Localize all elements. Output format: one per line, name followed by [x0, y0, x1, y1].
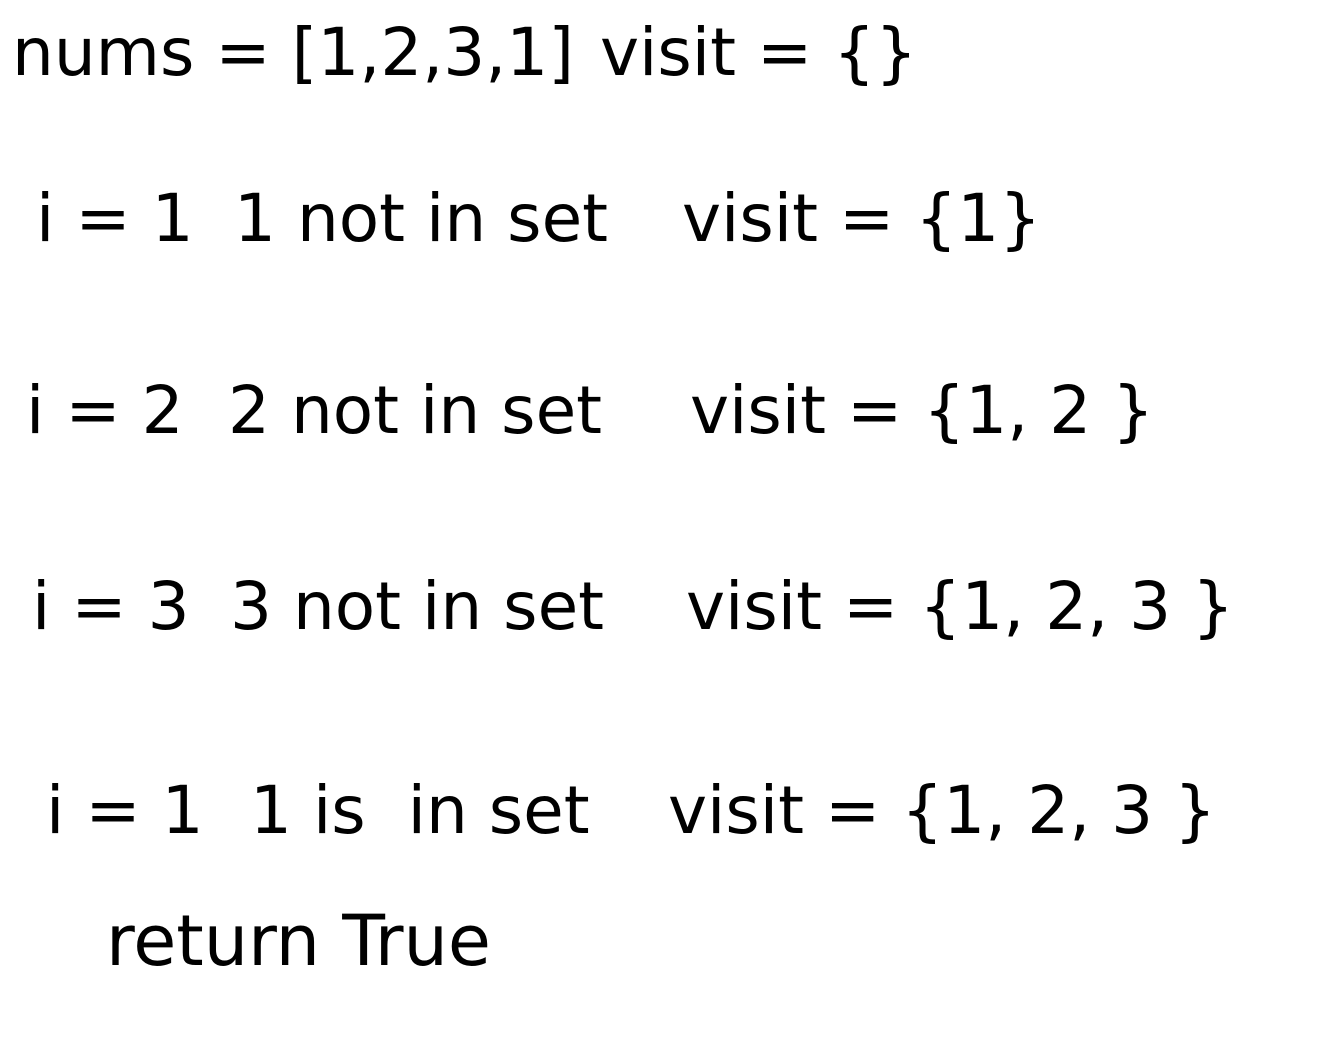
step-line: i = 1 1 is in set visit = {1, 2, 3 } — [46, 778, 1216, 1042]
step-visit: visit = {1, 2, 3 } — [686, 568, 1235, 645]
return-line: return True — [106, 906, 491, 1046]
step-visit: visit = {1} — [682, 180, 1042, 257]
step-check: 1 is in set — [250, 772, 590, 849]
step-check: 1 not in set — [234, 180, 609, 257]
nums-declaration: nums = [1,2,3,1] — [12, 14, 574, 91]
step-check: 2 not in set — [228, 372, 603, 449]
step-check: 3 not in set — [230, 568, 605, 645]
visit-initial: visit = {} — [600, 14, 918, 91]
step-index: i = 2 — [26, 372, 184, 449]
return-statement: return True — [106, 900, 491, 982]
step-index: i = 3 — [32, 568, 190, 645]
step-index: i = 1 — [46, 772, 204, 849]
step-visit: visit = {1, 2, 3 } — [668, 772, 1217, 849]
step-index: i = 1 — [36, 180, 194, 257]
step-visit: visit = {1, 2 } — [690, 372, 1155, 449]
